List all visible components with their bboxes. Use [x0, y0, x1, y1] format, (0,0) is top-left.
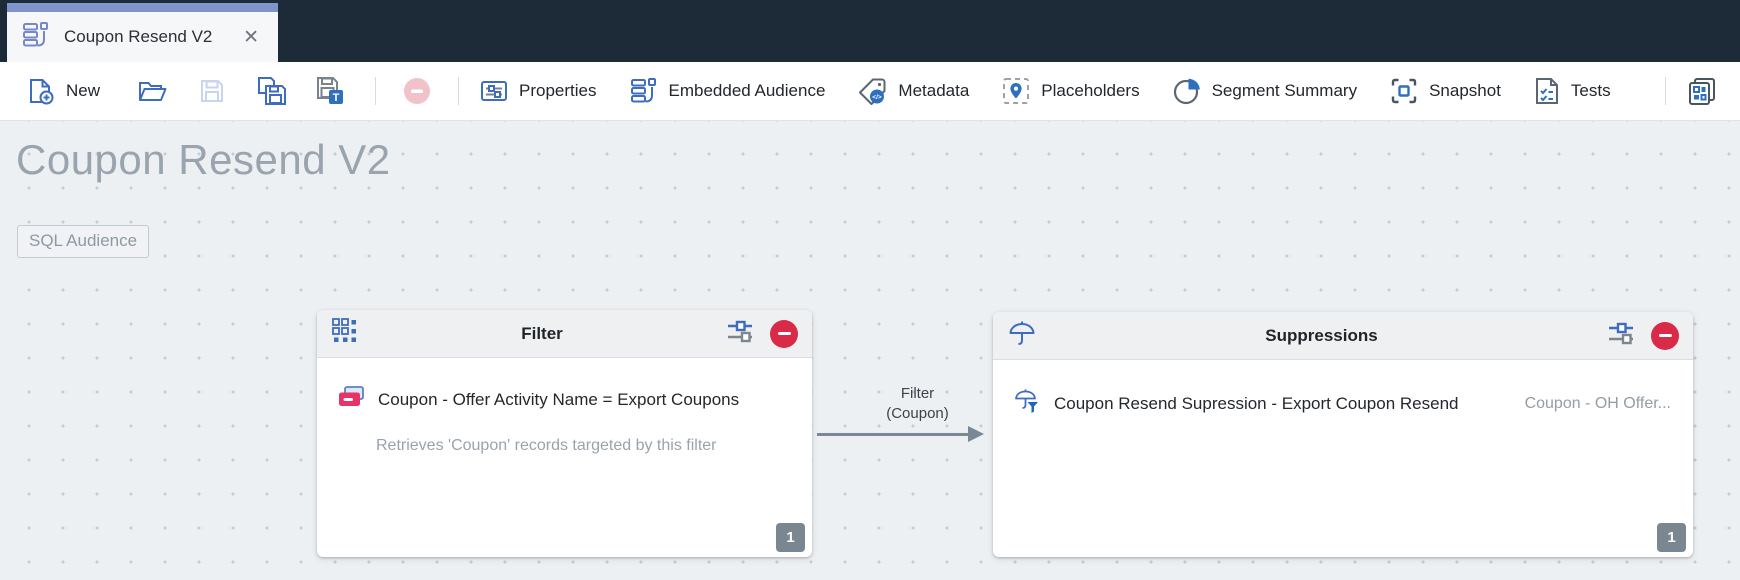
- placeholders-pin-icon: [1001, 76, 1031, 106]
- suppressions-count-badge: 1: [1657, 523, 1686, 552]
- save-as-template-button[interactable]: T: [314, 75, 346, 107]
- connector-label-line2: (Coupon): [870, 404, 965, 424]
- tab-title: Coupon Resend V2: [64, 27, 239, 47]
- connector-label: Filter (Coupon): [870, 384, 965, 424]
- suppression-source-text: Coupon - OH Offer...: [1525, 395, 1671, 413]
- embedded-audience-label: Embedded Audience: [669, 81, 826, 101]
- connector-line: [817, 433, 975, 436]
- save-button[interactable]: [198, 77, 226, 105]
- segment-summary-button[interactable]: Segment Summary: [1172, 76, 1358, 106]
- metadata-label: Metadata: [898, 81, 969, 101]
- minus-icon: [778, 332, 791, 336]
- coupon-card-icon: [337, 385, 365, 414]
- connector-arrowhead-icon: [968, 426, 984, 442]
- remove-button[interactable]: [402, 76, 432, 106]
- snapshot-label: Snapshot: [1429, 81, 1501, 101]
- tests-button[interactable]: Tests: [1533, 76, 1611, 106]
- filter-rule-text: Coupon - Offer Activity Name = Export Co…: [378, 390, 739, 410]
- main-toolbar: New: [0, 62, 1740, 121]
- tab-coupon-resend-v2[interactable]: Coupon Resend V2 ✕: [7, 3, 278, 62]
- umbrella-filter-icon: [1013, 387, 1041, 420]
- save-icon: [198, 77, 226, 105]
- embedded-audience-icon: [629, 76, 659, 106]
- open-button[interactable]: [136, 76, 168, 106]
- filter-node-body: Coupon - Offer Activity Name = Export Co…: [317, 358, 812, 455]
- toolbar-divider: [458, 77, 459, 105]
- remove-minus-icon: [402, 76, 432, 106]
- toolbar-divider: [375, 77, 376, 105]
- pie-chart-icon: [1172, 76, 1202, 106]
- save-as-icon: [256, 75, 288, 107]
- filter-node-remove-button[interactable]: [770, 320, 798, 348]
- workflow-canvas[interactable]: Coupon Resend V2 SQL Audience: [0, 121, 1740, 580]
- placeholders-label: Placeholders: [1041, 81, 1139, 101]
- suppression-rule-text: Coupon Resend Supression - Export Coupon…: [1054, 394, 1458, 414]
- suppressions-node-title: Suppressions: [1037, 326, 1606, 346]
- suppressions-node-header: Suppressions: [993, 312, 1693, 360]
- snapshot-icon: [1389, 76, 1419, 106]
- save-template-icon: T: [314, 75, 346, 107]
- embedded-audience-button[interactable]: Embedded Audience: [629, 76, 826, 106]
- toolbar-right-group: [1652, 75, 1718, 107]
- segment-summary-label: Segment Summary: [1212, 81, 1358, 101]
- new-button[interactable]: New: [26, 76, 100, 106]
- filter-node-title: Filter: [359, 324, 725, 344]
- node-settings-sliders-icon[interactable]: [1606, 320, 1636, 351]
- properties-icon: [479, 76, 509, 106]
- snapshot-button[interactable]: Snapshot: [1389, 76, 1501, 106]
- audience-icon: [21, 20, 51, 55]
- toolbar-divider: [1665, 77, 1666, 105]
- new-document-icon: [26, 76, 56, 106]
- node-settings-sliders-icon[interactable]: [725, 318, 755, 349]
- save-as-button[interactable]: [256, 75, 288, 107]
- metadata-tag-icon: </>: [857, 76, 888, 106]
- svg-text:T: T: [333, 92, 340, 104]
- minus-icon: [1659, 334, 1672, 338]
- tab-close-icon[interactable]: ✕: [239, 26, 263, 49]
- panels-layout-button[interactable]: [1686, 75, 1718, 107]
- umbrella-icon: [1007, 319, 1037, 352]
- suppressions-node-body: Coupon Resend Supression - Export Coupon…: [993, 360, 1693, 420]
- tab-bar: Coupon Resend V2 ✕: [0, 0, 1740, 62]
- tab-active-accent: [7, 3, 278, 12]
- suppressions-node-remove-button[interactable]: [1651, 322, 1679, 350]
- panels-layout-icon: [1686, 75, 1718, 107]
- metadata-button[interactable]: </> Metadata: [857, 76, 969, 106]
- tests-checklist-icon: [1533, 76, 1561, 106]
- filter-node[interactable]: Filter: [317, 310, 812, 557]
- placeholders-button[interactable]: Placeholders: [1001, 76, 1139, 106]
- connector-label-line1: Filter: [870, 384, 965, 404]
- sql-audience-badge: SQL Audience: [17, 225, 149, 258]
- open-folder-icon: [136, 76, 168, 106]
- properties-button[interactable]: Properties: [479, 76, 596, 106]
- properties-label: Properties: [519, 81, 596, 101]
- filter-description-text: Retrieves 'Coupon' records targeted by t…: [376, 437, 790, 455]
- app-window: Coupon Resend V2 ✕ New: [0, 0, 1740, 580]
- filter-node-header: Filter: [317, 310, 812, 358]
- svg-text:</>: </>: [873, 94, 883, 101]
- segment-grid-icon: [331, 317, 359, 350]
- new-button-label: New: [66, 81, 100, 101]
- filter-count-badge: 1: [776, 523, 805, 552]
- suppressions-node[interactable]: Suppressions: [993, 312, 1693, 557]
- page-title: Coupon Resend V2: [16, 136, 391, 184]
- tests-label: Tests: [1571, 81, 1611, 101]
